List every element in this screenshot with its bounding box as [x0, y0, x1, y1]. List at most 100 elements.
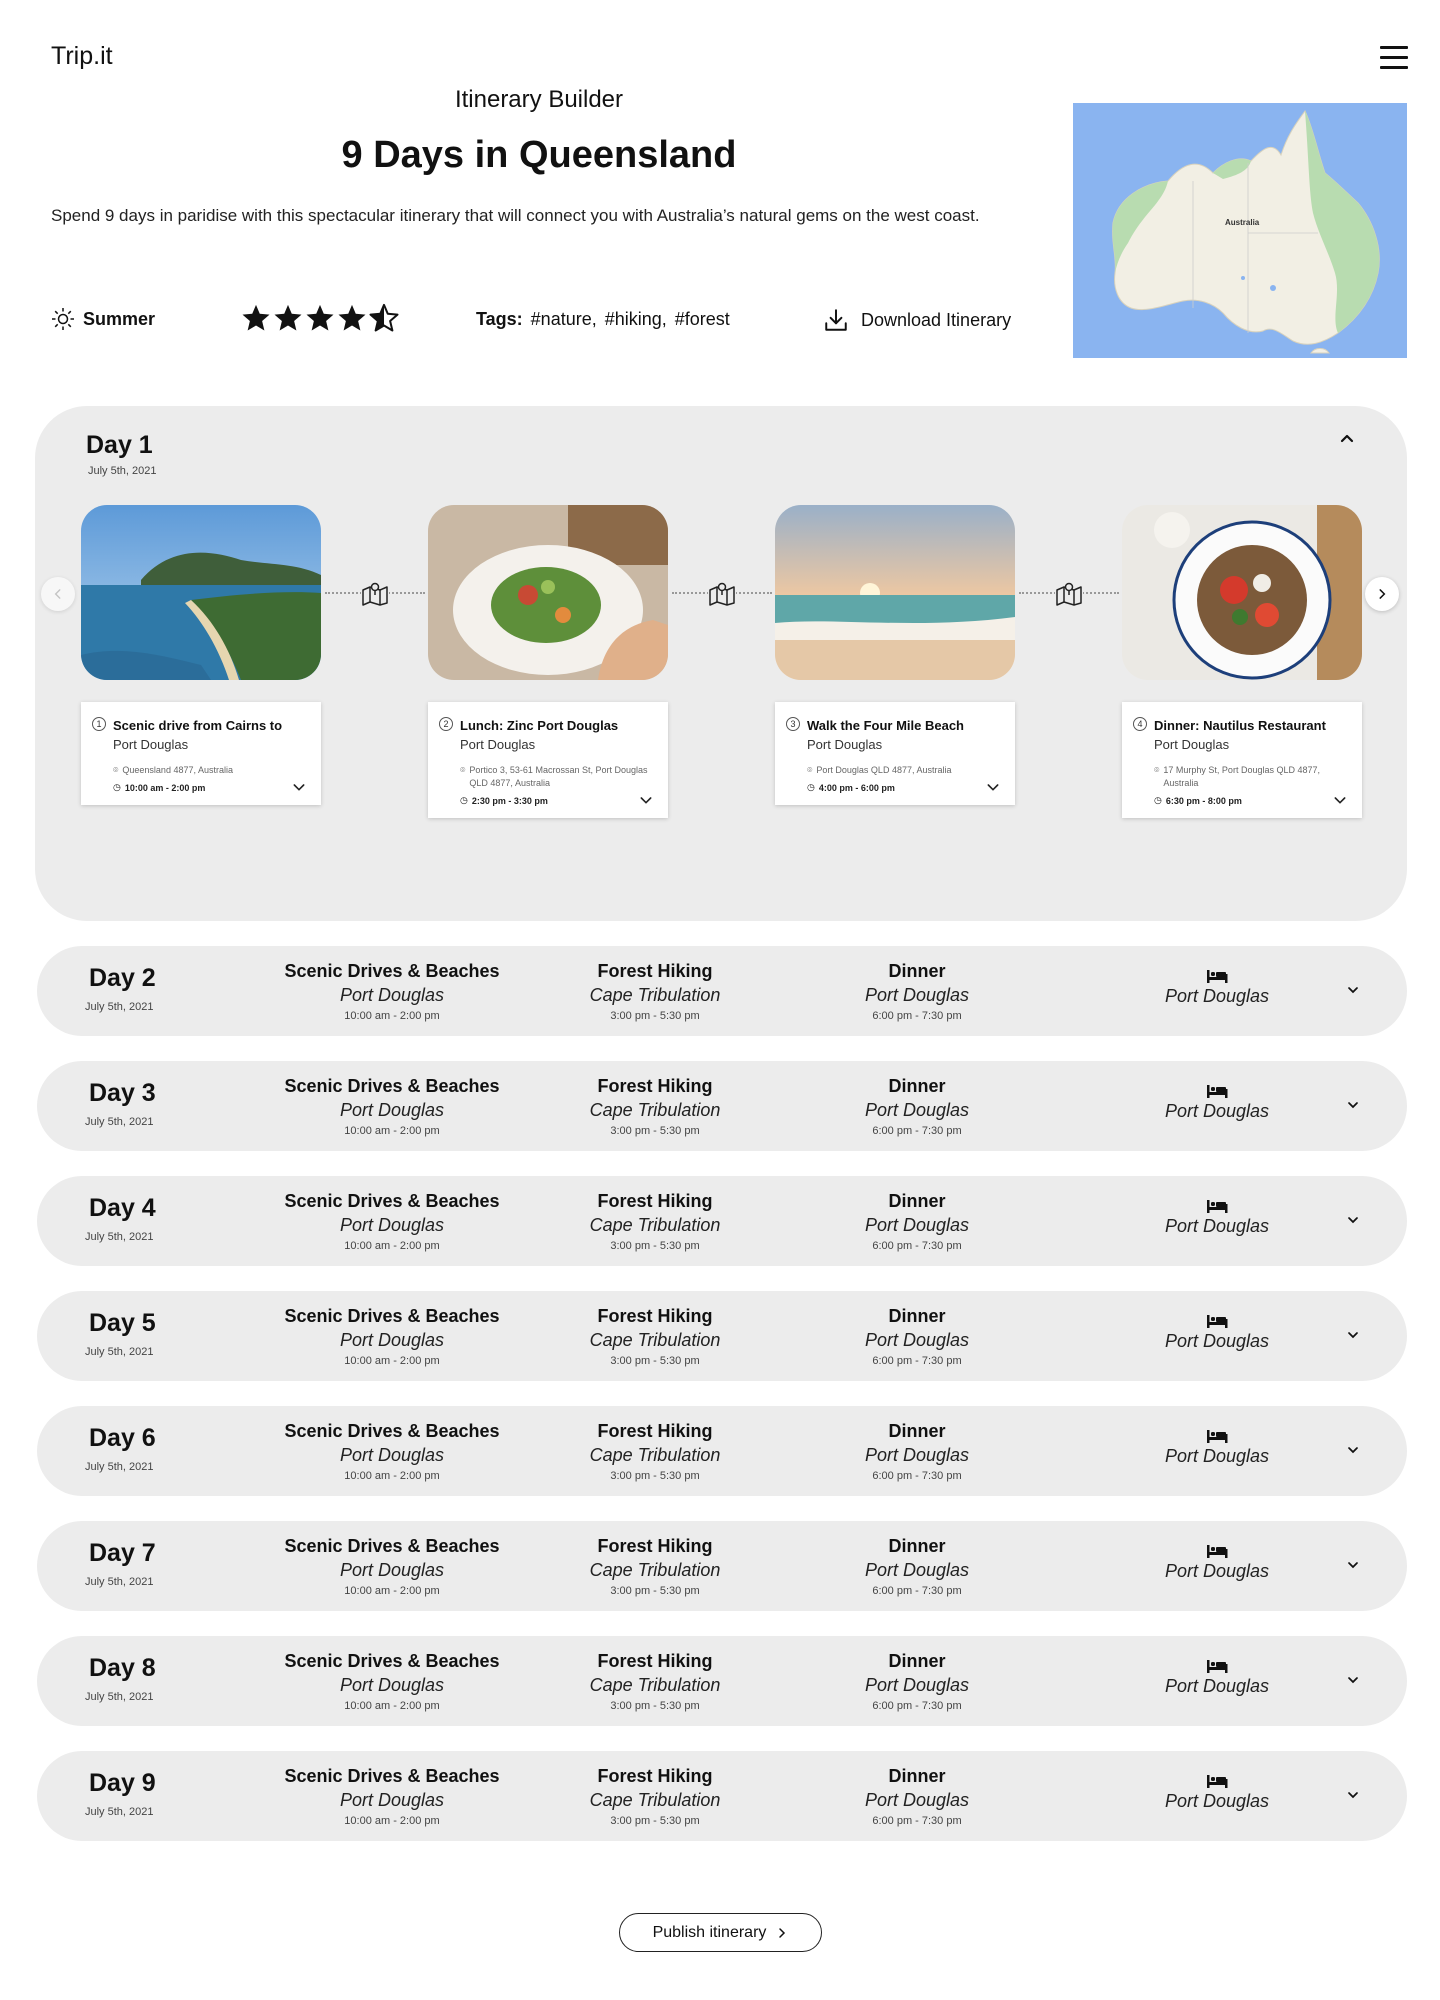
- activity-summary: Forest Hiking Cape Tribulation 3:00 pm - 5…: [535, 1305, 775, 1369]
- activity-place: Port Douglas: [339, 1675, 445, 1695]
- activity-photo-coast[interactable]: [81, 505, 321, 680]
- chevron-down-icon[interactable]: [1345, 982, 1361, 998]
- chevron-left-icon: [54, 589, 61, 599]
- accommodation: Port Douglas: [1132, 1773, 1302, 1812]
- day-8-row[interactable]: Day 8 July 5th, 2021 Scenic Drives & Bea…: [37, 1636, 1407, 1726]
- stay-place: Port Douglas: [1164, 1101, 1270, 1121]
- tag-hiking[interactable]: #hiking,: [605, 309, 667, 330]
- chevron-down-icon[interactable]: [985, 779, 1001, 795]
- day-date: July 5th, 2021: [85, 1231, 154, 1243]
- day-1-panel: Day 1 July 5th, 2021 1 Scenic drive from…: [35, 406, 1407, 921]
- map-icon[interactable]: [708, 580, 736, 606]
- activity-card[interactable]: 2 Lunch: Zinc Port Douglas Port Douglas …: [428, 702, 668, 818]
- download-itinerary-button[interactable]: Download Itinerary: [823, 307, 1011, 333]
- activity-time: 10:00 am - 2:00 pm: [344, 1240, 440, 1252]
- chevron-down-icon[interactable]: [1345, 1557, 1361, 1573]
- activity-time: 3:00 pm - 5:30 pm: [610, 1240, 700, 1252]
- australia-map[interactable]: Australia: [1073, 103, 1407, 358]
- activity-place: Cape Tribulation: [589, 1215, 721, 1235]
- chevron-down-icon[interactable]: [1345, 1672, 1361, 1688]
- activity-time: 3:00 pm - 5:30 pm: [610, 1125, 700, 1137]
- day-title: Day 1: [86, 431, 153, 459]
- activity-summary: Forest Hiking Cape Tribulation 3:00 pm - 5…: [535, 1075, 775, 1139]
- day-date: July 5th, 2021: [85, 1576, 154, 1588]
- activity-name: Scenic Drives & Beaches: [284, 1191, 500, 1211]
- activity-card[interactable]: 4 Dinner: Nautilus Restaurant Port Dougl…: [1122, 702, 1362, 818]
- stay-place: Port Douglas: [1164, 986, 1270, 1006]
- tags-label: Tags:: [476, 309, 523, 329]
- activity-summary: Scenic Drives & Beaches Port Douglas 10:00…: [272, 1190, 512, 1254]
- activity-address: ⌾ Portico 3, 53-61 Macrossan St, Port Dou…: [460, 764, 654, 790]
- activity-photo-dinner[interactable]: [1122, 505, 1362, 680]
- app-logo[interactable]: Trip.it: [51, 42, 113, 71]
- activity-photo-beach[interactable]: [775, 505, 1015, 680]
- day-4-row[interactable]: Day 4 July 5th, 2021 Scenic Drives & Bea…: [37, 1176, 1407, 1266]
- activity-name: Forest Hiking: [597, 1076, 713, 1096]
- activity-card[interactable]: 3 Walk the Four Mile Beach Port Douglas …: [775, 702, 1015, 805]
- activity-time: 10:00 am - 2:00 pm: [344, 1700, 440, 1712]
- bed-icon: [1207, 1660, 1228, 1673]
- activity-summary: Dinner Port Douglas 6:00 pm - 7:30 pm: [797, 1420, 1037, 1484]
- activity-place: Port Douglas: [113, 737, 189, 752]
- day-title: Day 7: [89, 1539, 156, 1567]
- chevron-down-icon[interactable]: [1345, 1212, 1361, 1228]
- chevron-down-icon[interactable]: [1345, 1327, 1361, 1343]
- tag-forest[interactable]: #forest: [675, 309, 730, 330]
- activity-name: Scenic Drives & Beaches: [284, 961, 500, 981]
- tag-list: Tags: #nature, #hiking, #forest: [476, 309, 730, 330]
- activity-summary: Forest Hiking Cape Tribulation 3:00 pm - 5…: [535, 1765, 775, 1829]
- chevron-down-icon[interactable]: [1332, 792, 1348, 808]
- activity-place: Cape Tribulation: [589, 1560, 721, 1580]
- chevron-down-icon[interactable]: [1345, 1787, 1361, 1803]
- activity-place: Cape Tribulation: [589, 1445, 721, 1465]
- activity-place: Cape Tribulation: [589, 1675, 721, 1695]
- activity-name: Walk the Four Mile Beach: [807, 718, 964, 733]
- carousel-next-button[interactable]: [1365, 577, 1399, 611]
- day-5-row[interactable]: Day 5 July 5th, 2021 Scenic Drives & Bea…: [37, 1291, 1407, 1381]
- activity-time: ◷ 6:30 pm - 8:00 pm: [1154, 795, 1348, 806]
- activity-place: Port Douglas: [339, 1330, 445, 1350]
- map-icon[interactable]: [361, 580, 389, 606]
- activity-place: Port Douglas: [339, 985, 445, 1005]
- chevron-down-icon[interactable]: [291, 779, 307, 795]
- day-9-row[interactable]: Day 9 July 5th, 2021 Scenic Drives & Bea…: [37, 1751, 1407, 1841]
- activity-time: 3:00 pm - 5:30 pm: [610, 1470, 700, 1482]
- pin-icon: ⌾: [113, 765, 119, 775]
- clock-icon: ◷: [460, 795, 468, 805]
- tag-nature[interactable]: #nature,: [531, 309, 597, 330]
- activity-place: Port Douglas: [864, 1215, 970, 1235]
- chevron-down-icon[interactable]: [1345, 1442, 1361, 1458]
- publish-itinerary-button[interactable]: Publish itinerary: [619, 1913, 822, 1952]
- activity-time: 6:00 pm - 7:30 pm: [872, 1470, 962, 1482]
- map-country-label: Australia: [1225, 218, 1260, 227]
- map-icon[interactable]: [1055, 580, 1083, 606]
- activity-name: Lunch: Zinc Port Douglas: [460, 718, 619, 733]
- bed-icon: [1207, 1545, 1228, 1558]
- activity-number: 2: [439, 717, 453, 731]
- carousel-prev-button[interactable]: [41, 577, 75, 611]
- activity-place: Port Douglas: [460, 737, 536, 752]
- day-7-row[interactable]: Day 7 July 5th, 2021 Scenic Drives & Bea…: [37, 1521, 1407, 1611]
- activity-summary: Scenic Drives & Beaches Port Douglas 10:00…: [272, 1765, 512, 1829]
- star-icon: [242, 304, 270, 331]
- chevron-down-icon[interactable]: [638, 792, 654, 808]
- activity-summary: Scenic Drives & Beaches Port Douglas 10:00…: [272, 1075, 512, 1139]
- stay-place: Port Douglas: [1164, 1676, 1270, 1696]
- star-half-icon: [369, 303, 399, 332]
- chevron-up-icon[interactable]: [1335, 426, 1359, 450]
- day-2-row[interactable]: Day 2 July 5th, 2021 Scenic Drives & Bea…: [37, 946, 1407, 1036]
- day-3-row[interactable]: Day 3 July 5th, 2021 Scenic Drives & Bea…: [37, 1061, 1407, 1151]
- activity-photo-lunch[interactable]: [428, 505, 668, 680]
- activity-place: Cape Tribulation: [589, 985, 721, 1005]
- activity-summary: Dinner Port Douglas 6:00 pm - 7:30 pm: [797, 1650, 1037, 1714]
- accommodation: Port Douglas: [1132, 1313, 1302, 1352]
- time-text: 10:00 am - 2:00 pm: [124, 782, 206, 793]
- chevron-down-icon[interactable]: [1345, 1097, 1361, 1113]
- activity-name: Dinner: [888, 961, 946, 981]
- menu-icon[interactable]: [1380, 46, 1408, 70]
- pin-icon: ⌾: [1154, 765, 1160, 775]
- activity-card[interactable]: 1 Scenic drive from Cairns to Port Dougl…: [81, 702, 321, 805]
- bed-icon: [1207, 1085, 1228, 1098]
- activity-time: 3:00 pm - 5:30 pm: [610, 1010, 700, 1022]
- day-6-row[interactable]: Day 6 July 5th, 2021 Scenic Drives & Bea…: [37, 1406, 1407, 1496]
